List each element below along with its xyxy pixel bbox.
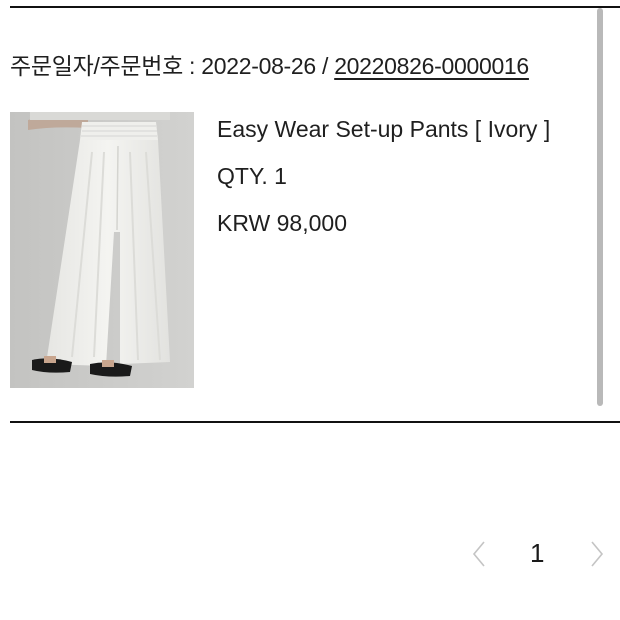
order-header: 주문일자/주문번호 : 2022-08-26 / 20220826-000001… [10, 47, 529, 81]
order-history-page: 주문일자/주문번호 : 2022-08-26 / 20220826-000001… [0, 0, 620, 620]
order-label: 주문일자/주문번호 : [10, 53, 202, 79]
chevron-left-icon[interactable] [466, 536, 494, 572]
product-image[interactable] [10, 112, 194, 388]
chevron-right-icon[interactable] [582, 536, 610, 572]
order-separator: / [315, 53, 335, 79]
page-number-current[interactable]: 1 [530, 538, 544, 569]
product-info: Easy Wear Set-up Pants [ Ivory ] QTY. 1 … [217, 114, 550, 255]
product-quantity: QTY. 1 [217, 163, 287, 189]
pagination: 1 [466, 532, 616, 576]
vertical-scrollbar[interactable] [597, 8, 603, 406]
product-price: KRW 98,000 [217, 210, 347, 236]
order-date: 2022-08-26 [201, 53, 316, 79]
order-number-link[interactable]: 20220826-0000016 [334, 53, 529, 79]
product-name-link[interactable]: Easy Wear Set-up Pants [ Ivory ] [217, 114, 550, 161]
product-photo-white-pants [10, 112, 194, 388]
top-divider [10, 6, 620, 8]
bottom-divider [10, 421, 620, 423]
